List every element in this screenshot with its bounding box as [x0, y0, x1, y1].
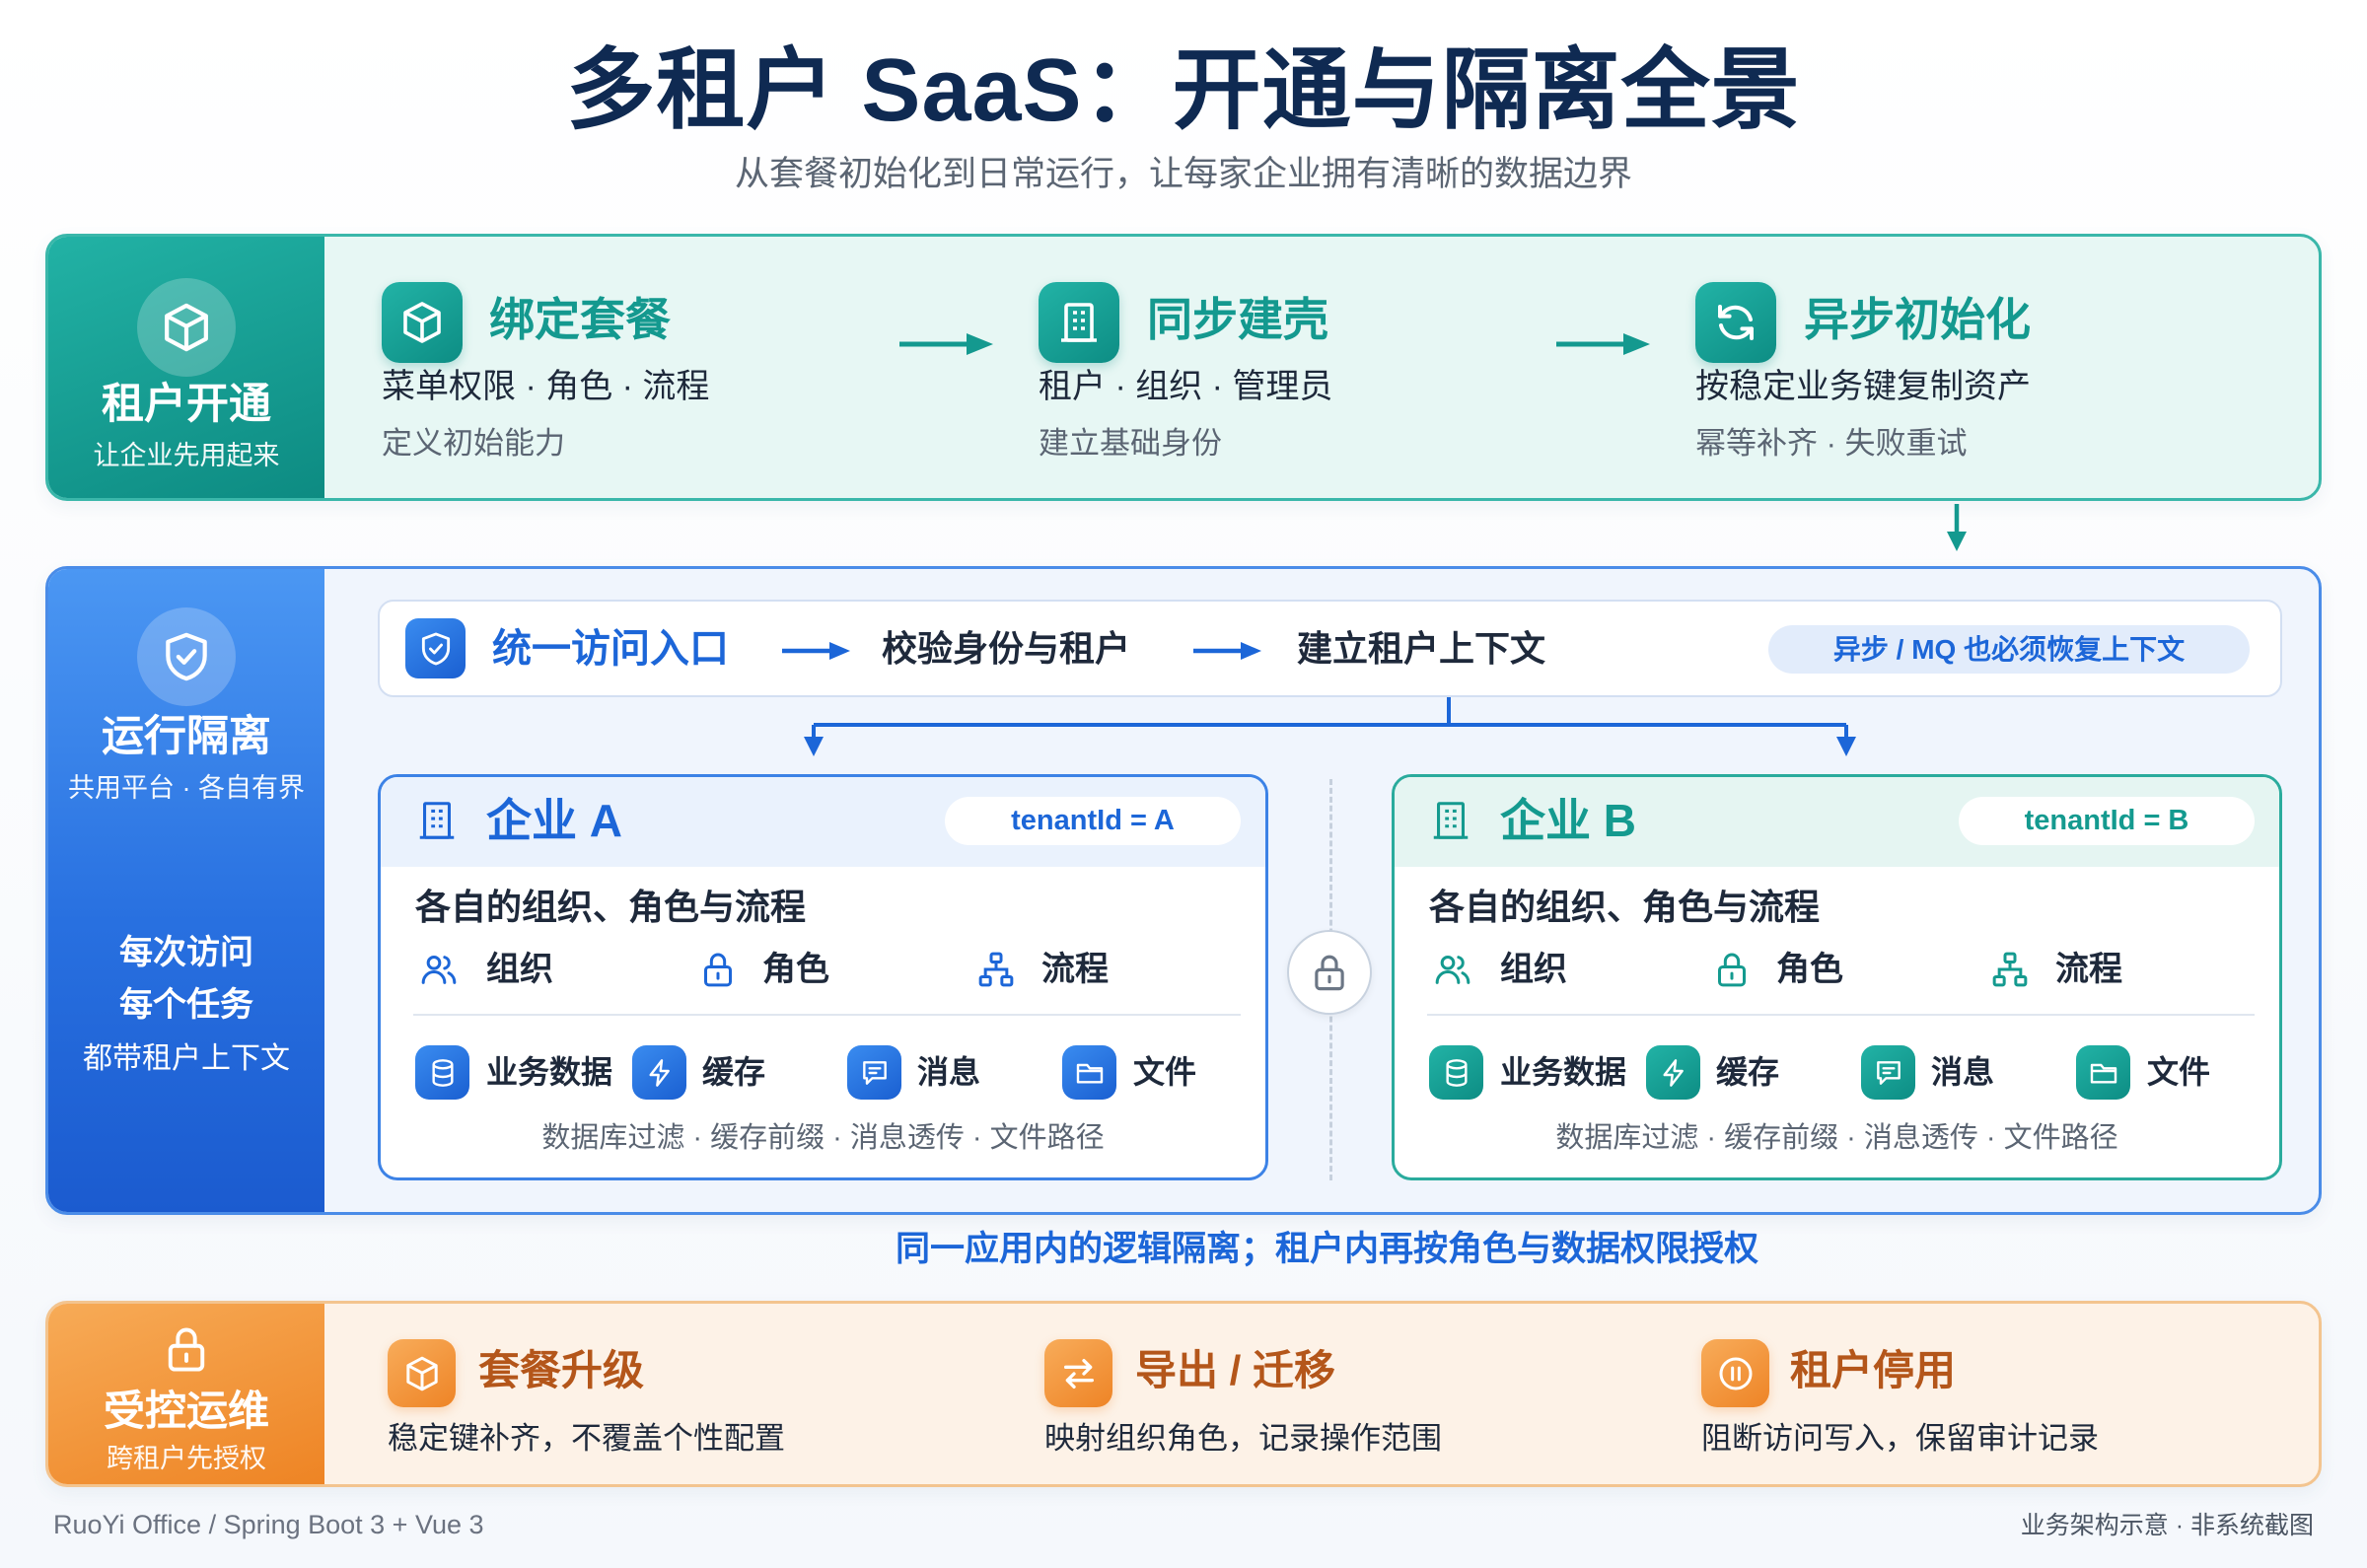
provisioning-caption: 让企业先用起来 — [93, 441, 280, 470]
identity-label-role: 角色 — [762, 951, 829, 988]
operations-side-panel: 受控运维 跨租户先授权 — [48, 1304, 324, 1484]
tenant-name: 企业 B — [1500, 795, 1636, 846]
identity-label-role: 角色 — [1776, 951, 1843, 988]
tenant-id-badge: tenantId = B — [1959, 797, 2255, 845]
flow-step-verify: 校验身份与租户 — [882, 628, 1131, 669]
isolation-caption: 共用平台 · 各自有界 — [68, 773, 305, 803]
operations-label: 受控运维 — [103, 1388, 269, 1434]
org-tree-icon — [1990, 950, 2030, 989]
ops-title-export: 导出 / 迁移 — [1135, 1347, 1336, 1393]
flow-step-context: 建立租户上下文 — [1297, 628, 1546, 669]
tenant-heading: 各自的组织、角色与流程 — [1429, 887, 1821, 927]
provisioning-side-panel: 租户开通 让企业先用起来 — [48, 237, 324, 498]
refresh-icon — [1695, 282, 1776, 363]
fanout-connector — [804, 697, 1856, 756]
ops-title-upgrade: 套餐升级 — [478, 1347, 645, 1393]
ops-title-suspend: 租户停用 — [1790, 1347, 1957, 1393]
resource-label-cache: 缓存 — [1716, 1054, 1780, 1090]
async-note-badge: 异步 / MQ 也必须恢复上下文 — [1768, 625, 2250, 674]
tenant-id-badge: tenantId = A — [945, 797, 1241, 845]
lock-icon — [698, 950, 738, 989]
identity-label-org: 组织 — [486, 951, 553, 988]
isolation-label: 运行隔离 — [102, 713, 271, 760]
arrow-right-icon — [782, 642, 850, 660]
step-title-bind-plan: 绑定套餐 — [489, 294, 671, 345]
arrow-right-icon — [1556, 333, 1650, 355]
shield-check-icon — [405, 618, 466, 678]
ops-desc-upgrade: 稳定键补齐，不覆盖个性配置 — [388, 1421, 785, 1456]
users-icon — [419, 950, 459, 989]
tenant-name: 企业 A — [486, 795, 622, 846]
arrow-right-icon — [1193, 642, 1261, 660]
resource-label-file: 文件 — [2147, 1054, 2211, 1090]
step-note-sync-shell: 建立基础身份 — [1039, 426, 1222, 461]
tenant-caption: 数据库过滤 · 缓存前缀 · 消息透传 · 文件路径 — [541, 1122, 1105, 1154]
building-icon — [1039, 282, 1119, 363]
lock-icon — [1287, 930, 1372, 1015]
provisioning-section: 租户开通 让企业先用起来 绑定套餐 菜单权限 · 角色 · 流程 定义初始能力 … — [45, 234, 2322, 501]
building-icon — [414, 798, 460, 843]
access-flow-bar: 统一访问入口 校验身份与租户 建立租户上下文 异步 / MQ 也必须恢复上下文 — [378, 600, 2282, 697]
folder-icon — [2076, 1045, 2130, 1100]
resource-label-data: 业务数据 — [1500, 1054, 1627, 1090]
tenant-card-a: 企业 A tenantId = A 各自的组织、角色与流程 组织 角色 流程 业… — [378, 774, 1268, 1180]
operations-caption: 跨租户先授权 — [107, 1444, 266, 1473]
flow-step-entry: 统一访问入口 — [492, 627, 729, 671]
folder-icon — [1062, 1045, 1116, 1100]
pause-circle-icon — [1701, 1339, 1769, 1407]
org-tree-icon — [976, 950, 1016, 989]
tenant-card-b: 企业 B tenantId = B 各自的组织、角色与流程 组织 角色 流程 业… — [1392, 774, 2282, 1180]
step-title-sync-shell: 同步建壳 — [1147, 294, 1328, 345]
arrow-right-icon — [899, 333, 993, 355]
step-note-async-init: 幂等补齐 · 失败重试 — [1695, 426, 1968, 461]
card-divider — [413, 1014, 1241, 1016]
step-note-bind-plan: 定义初始能力 — [382, 426, 565, 461]
rule-caption: 都带租户上下文 — [83, 1042, 290, 1075]
cube-icon — [382, 282, 463, 363]
step-detail-bind-plan: 菜单权限 · 角色 · 流程 — [382, 368, 710, 405]
provisioning-label: 租户开通 — [102, 381, 271, 428]
lock-icon — [161, 1323, 212, 1375]
resource-label-file: 文件 — [1133, 1054, 1197, 1090]
ops-desc-export: 映射组织角色，记录操作范围 — [1044, 1421, 1442, 1456]
operations-section: 受控运维 跨租户先授权 套餐升级 稳定键补齐，不覆盖个性配置 导出 / 迁移 映… — [45, 1301, 2322, 1487]
ops-desc-suspend: 阻断访问写入，保留审计记录 — [1701, 1421, 2099, 1456]
shield-check-icon — [137, 607, 236, 706]
isolation-section: 运行隔离 共用平台 · 各自有界 每次访问 每个任务 都带租户上下文 统一访问入… — [45, 566, 2322, 1215]
lightning-icon — [1646, 1045, 1700, 1100]
footer-disclaimer: 业务架构示意 · 非系统截图 — [2020, 1512, 2314, 1539]
identity-label-flow: 流程 — [1041, 951, 1109, 988]
cube-icon — [388, 1339, 456, 1407]
card-divider — [1427, 1014, 2255, 1016]
resource-label-cache: 缓存 — [702, 1054, 766, 1090]
resource-label-data: 业务数据 — [486, 1054, 613, 1090]
message-icon — [847, 1045, 901, 1100]
database-icon — [1429, 1045, 1483, 1100]
rule-line-1: 每次访问 — [119, 934, 253, 971]
tenant-heading: 各自的组织、角色与流程 — [415, 887, 807, 927]
isolation-summary: 同一应用内的逻辑隔离；租户内再按角色与数据权限授权 — [895, 1230, 1758, 1268]
isolation-side-panel: 运行隔离 共用平台 · 各自有界 每次访问 每个任务 都带租户上下文 — [48, 569, 324, 1212]
database-icon — [415, 1045, 469, 1100]
message-icon — [1861, 1045, 1915, 1100]
cube-icon — [137, 278, 236, 377]
step-title-async-init: 异步初始化 — [1804, 294, 2031, 345]
swap-icon — [1044, 1339, 1112, 1407]
footer-tech-stack: RuoYi Office / Spring Boot 3 + Vue 3 — [53, 1510, 484, 1539]
step-detail-async-init: 按稳定业务键复制资产 — [1695, 368, 2031, 405]
identity-label-org: 组织 — [1500, 951, 1567, 988]
lightning-icon — [632, 1045, 686, 1100]
identity-label-flow: 流程 — [2055, 951, 2122, 988]
step-detail-sync-shell: 租户 · 组织 · 管理员 — [1039, 368, 1333, 405]
page-title: 多租户 SaaS：开通与隔离全景 — [566, 41, 1801, 140]
arrow-down-icon — [1947, 504, 1967, 551]
page-subtitle: 从套餐初始化到日常运行，让每家企业拥有清晰的数据边界 — [734, 155, 1632, 193]
resource-label-message: 消息 — [1931, 1054, 1995, 1090]
building-icon — [1428, 798, 1473, 843]
rule-line-2: 每个任务 — [119, 986, 253, 1024]
users-icon — [1433, 950, 1472, 989]
resource-label-message: 消息 — [917, 1054, 981, 1090]
tenant-caption: 数据库过滤 · 缓存前缀 · 消息透传 · 文件路径 — [1555, 1122, 2118, 1154]
lock-icon — [1712, 950, 1752, 989]
